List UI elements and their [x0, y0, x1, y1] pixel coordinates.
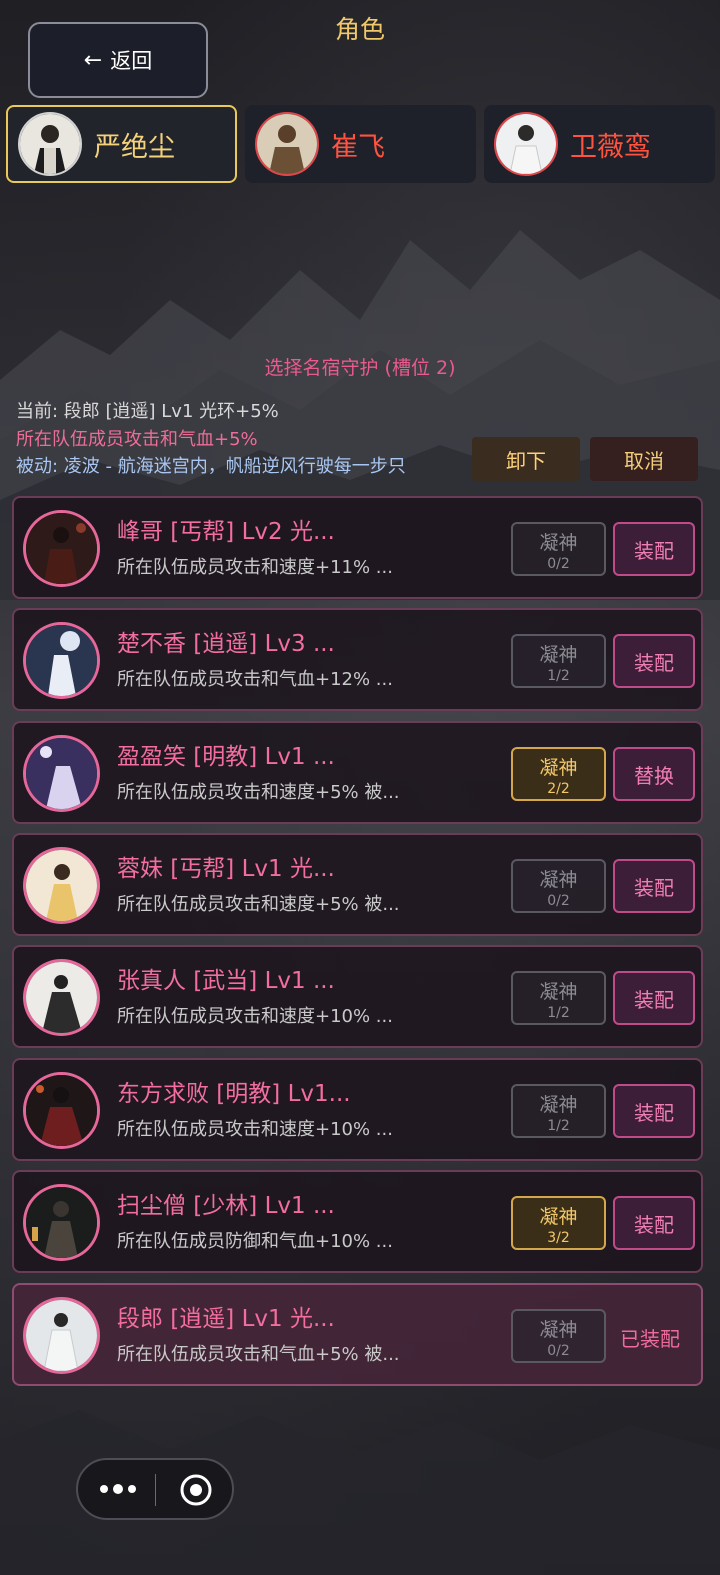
selection-title: 选择名宿守护 (槽位 2)	[264, 357, 456, 379]
unequip-button[interactable]: 卸下	[472, 437, 580, 481]
guardian-name: 蓉妹 [丐帮] Lv1 光...	[117, 856, 335, 882]
more-dots-icon[interactable]	[98, 1477, 138, 1501]
cancel-button[interactable]: 取消	[590, 437, 698, 481]
focus-count: 1/2	[547, 1005, 570, 1021]
mini-program-capsule	[76, 1458, 234, 1520]
focus-count: 1/2	[547, 668, 570, 684]
guardian-portrait	[23, 1072, 100, 1149]
focus-count: 0/2	[547, 893, 570, 909]
equip-button[interactable]: 装配	[613, 1196, 695, 1250]
guardian-desc: 所在队伍成员攻击和速度+11% ...	[117, 557, 393, 578]
guardian-desc: 所在队伍成员攻击和速度+5% 被...	[117, 894, 400, 915]
guardian-row[interactable]: 楚不香 [逍遥] Lv3 ... 所在队伍成员攻击和气血+12% ... 凝神 …	[12, 608, 703, 711]
character-avatar	[255, 112, 319, 176]
focus-count: 2/2	[547, 781, 570, 797]
guardian-row[interactable]: 蓉妹 [丐帮] Lv1 光... 所在队伍成员攻击和速度+5% 被... 凝神 …	[12, 833, 703, 936]
focus-label: 凝神	[539, 532, 578, 554]
current-effect: 所在队伍成员攻击和气血+5%	[16, 429, 258, 450]
equip-button[interactable]: 装配	[613, 971, 695, 1025]
focus-label: 凝神	[539, 869, 578, 891]
equip-button[interactable]: 装配	[613, 522, 695, 576]
character-avatar	[494, 112, 558, 176]
guardian-desc: 所在队伍成员攻击和速度+5% 被...	[117, 782, 400, 803]
guardian-portrait	[23, 510, 100, 587]
guardian-name: 张真人 [武当] Lv1 ...	[117, 968, 335, 994]
current-passive: 被动: 凌波 - 航海迷宫内，帆船逆风行驶每一步只	[16, 456, 406, 477]
guardian-desc: 所在队伍成员攻击和气血+5% 被...	[117, 1344, 400, 1365]
focus-label: 凝神	[539, 757, 578, 779]
guardian-portrait	[23, 622, 100, 699]
arrow-left-icon: ←	[83, 47, 103, 73]
back-button[interactable]: ← 返回	[28, 22, 208, 98]
equip-button[interactable]: 装配	[613, 1084, 695, 1138]
focus-button[interactable]: 凝神 1/2	[511, 1084, 606, 1138]
guardian-portrait	[23, 1297, 100, 1374]
guardian-portrait	[23, 959, 100, 1036]
target-close-icon[interactable]	[179, 1473, 213, 1507]
character-tab-2[interactable]: 崔飞	[245, 105, 476, 183]
focus-count: 3/2	[547, 1230, 570, 1246]
guardian-desc: 所在队伍成员攻击和速度+10% ...	[117, 1006, 393, 1027]
character-name: 崔飞	[331, 131, 385, 163]
equipped-status: 已装配	[620, 1327, 680, 1351]
focus-button[interactable]: 凝神 0/2	[511, 1309, 606, 1363]
focus-count: 0/2	[547, 556, 570, 572]
character-tab-1[interactable]: 严绝尘	[6, 105, 237, 183]
focus-count: 1/2	[547, 1118, 570, 1134]
capsule-divider	[155, 1474, 156, 1506]
guardian-row[interactable]: 张真人 [武当] Lv1 ... 所在队伍成员攻击和速度+10% ... 凝神 …	[12, 945, 703, 1048]
guardian-row[interactable]: 峰哥 [丐帮] Lv2 光... 所在队伍成员攻击和速度+11% ... 凝神 …	[12, 496, 703, 599]
guardian-row-current[interactable]: 段郎 [逍遥] Lv1 光... 所在队伍成员攻击和气血+5% 被... 凝神 …	[12, 1283, 703, 1386]
guardian-name: 峰哥 [丐帮] Lv2 光...	[117, 519, 335, 545]
back-label: 返回	[110, 49, 153, 73]
character-tabs: 严绝尘 崔飞 卫薇鸾	[6, 105, 718, 185]
guardian-name: 扫尘僧 [少林] Lv1 ...	[117, 1193, 335, 1219]
focus-button[interactable]: 凝神 0/2	[511, 859, 606, 913]
guardian-name: 盈盈笑 [明教] Lv1 ...	[117, 744, 335, 770]
focus-label: 凝神	[539, 1206, 578, 1228]
focus-button[interactable]: 凝神 3/2	[511, 1196, 606, 1250]
guardian-desc: 所在队伍成员攻击和气血+12% ...	[117, 669, 393, 690]
guardian-portrait	[23, 735, 100, 812]
character-name: 严绝尘	[94, 131, 175, 163]
equip-button[interactable]: 装配	[613, 634, 695, 688]
character-tab-3[interactable]: 卫薇鸾	[484, 105, 715, 183]
guardian-name: 东方求败 [明教] Lv1...	[117, 1081, 351, 1107]
character-avatar	[18, 112, 82, 176]
replace-button[interactable]: 替换	[613, 747, 695, 801]
focus-label: 凝神	[539, 981, 578, 1003]
equip-button[interactable]: 装配	[613, 859, 695, 913]
focus-button[interactable]: 凝神 2/2	[511, 747, 606, 801]
guardian-name: 楚不香 [逍遥] Lv3 ...	[117, 631, 335, 657]
focus-count: 0/2	[547, 1343, 570, 1359]
guardian-portrait	[23, 1184, 100, 1261]
guardian-desc: 所在队伍成员攻击和速度+10% ...	[117, 1119, 393, 1140]
guardian-desc: 所在队伍成员防御和气血+10% ...	[117, 1231, 393, 1252]
focus-label: 凝神	[539, 1094, 578, 1116]
focus-label: 凝神	[539, 644, 578, 666]
guardian-portrait	[23, 847, 100, 924]
guardian-row[interactable]: 扫尘僧 [少林] Lv1 ... 所在队伍成员防御和气血+10% ... 凝神 …	[12, 1170, 703, 1273]
character-name: 卫薇鸾	[570, 131, 651, 163]
guardian-row[interactable]: 盈盈笑 [明教] Lv1 ... 所在队伍成员攻击和速度+5% 被... 凝神 …	[12, 721, 703, 824]
focus-button[interactable]: 凝神 1/2	[511, 634, 606, 688]
focus-button[interactable]: 凝神 1/2	[511, 971, 606, 1025]
focus-button[interactable]: 凝神 0/2	[511, 522, 606, 576]
current-guardian: 当前: 段郎 [逍遥] Lv1 光环+5%	[16, 401, 279, 422]
focus-label: 凝神	[539, 1319, 578, 1341]
guardian-name: 段郎 [逍遥] Lv1 光...	[117, 1306, 335, 1332]
guardian-row[interactable]: 东方求败 [明教] Lv1... 所在队伍成员攻击和速度+10% ... 凝神 …	[12, 1058, 703, 1161]
